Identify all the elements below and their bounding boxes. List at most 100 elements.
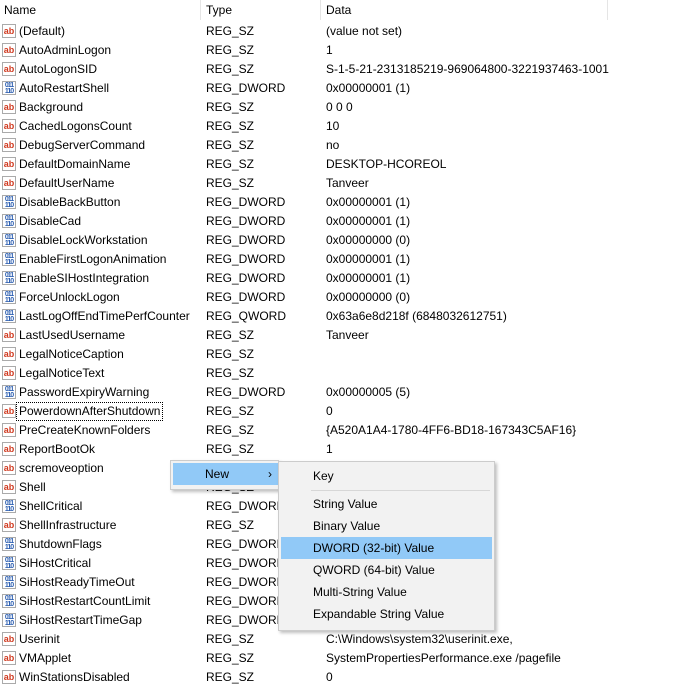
column-header-type[interactable]: Type <box>206 3 232 17</box>
column-header: Name Type Data <box>0 0 700 20</box>
table-row[interactable]: ab LastUsedUsername REG_SZ Tanveer <box>0 326 700 345</box>
table-row[interactable]: ab DefaultUserName REG_SZ Tanveer <box>0 174 700 193</box>
value-name: PowerdownAfterShutdown <box>15 402 164 421</box>
value-name: WinStationsDisabled <box>19 670 130 684</box>
table-row[interactable]: ab PowerdownAfterShutdown REG_SZ 0 <box>0 402 700 421</box>
value-name: scremoveoption <box>19 461 104 475</box>
value-type: REG_SZ <box>206 176 255 190</box>
value-data: (value not set) <box>326 24 403 38</box>
table-row[interactable]: ab WinStationsDisabled REG_SZ 0 <box>0 668 700 687</box>
value-name: Background <box>19 100 84 114</box>
value-type: REG_SZ <box>206 347 255 361</box>
binary-value-icon: 011 110 <box>2 556 16 570</box>
column-header-name[interactable]: Name <box>4 3 36 17</box>
value-type: REG_SZ <box>206 100 255 114</box>
submenu-item[interactable]: DWORD (32-bit) Value <box>281 537 492 559</box>
value-data: 0 <box>326 670 333 684</box>
table-row[interactable]: ab CachedLogonsCount REG_SZ 10 <box>0 117 700 136</box>
string-value-icon: ab <box>2 119 16 133</box>
value-name: DisableCad <box>19 214 82 228</box>
column-divider[interactable] <box>320 0 321 20</box>
value-type: REG_DWORD <box>206 81 286 95</box>
string-value-icon: ab <box>2 43 16 57</box>
table-row[interactable]: 011 110 AutoRestartShell REG_DWORD 0x0000… <box>0 79 700 98</box>
table-row[interactable]: 011 110 PasswordExpiryWarning REG_DWORD 0… <box>0 383 700 402</box>
value-type: REG_SZ <box>206 366 255 380</box>
table-row[interactable]: ab DefaultDomainName REG_SZ DESKTOP-HCOR… <box>0 155 700 174</box>
value-type: REG_DWORD <box>206 537 286 551</box>
value-type: REG_DWORD <box>206 252 286 266</box>
value-data: Tanveer <box>326 176 369 190</box>
value-type: REG_SZ <box>206 651 255 665</box>
binary-value-icon: 011 110 <box>2 233 16 247</box>
string-value-icon: ab <box>2 670 16 684</box>
submenu-item[interactable]: QWORD (64-bit) Value <box>281 559 492 581</box>
submenu-item[interactable]: String Value <box>281 493 492 515</box>
submenu-item[interactable]: Multi-String Value <box>281 581 492 603</box>
table-row[interactable]: ab Userinit REG_SZ C:\Windows\system32\u… <box>0 630 700 649</box>
value-data: 0x00000005 (5) <box>326 385 411 399</box>
table-row[interactable]: ab LegalNoticeCaption REG_SZ <box>0 345 700 364</box>
submenu-item[interactable]: Expandable String Value <box>281 603 492 625</box>
table-row[interactable]: 011 110 ForceUnlockLogon REG_DWORD 0x0000… <box>0 288 700 307</box>
value-name: SiHostRestartCountLimit <box>19 594 151 608</box>
value-data: 0x00000000 (0) <box>326 233 411 247</box>
table-row[interactable]: ab ReportBootOk REG_SZ 1 <box>0 440 700 459</box>
table-row[interactable]: 011 110 DisableBackButton REG_DWORD 0x000… <box>0 193 700 212</box>
context-menu: New › <box>170 460 279 490</box>
table-row[interactable]: ab VMApplet REG_SZ SystemPropertiesPerfo… <box>0 649 700 668</box>
submenu-item[interactable]: Binary Value <box>281 515 492 537</box>
value-type: REG_SZ <box>206 119 255 133</box>
value-name: DefaultDomainName <box>19 157 131 171</box>
value-name: AutoAdminLogon <box>19 43 112 57</box>
table-row[interactable]: 011 110 EnableFirstLogonAnimation REG_DWO… <box>0 250 700 269</box>
value-type: REG_DWORD <box>206 271 286 285</box>
table-row[interactable]: 011 110 DisableCad REG_DWORD 0x00000001 (… <box>0 212 700 231</box>
value-data: S-1-5-21-2313185219-969064800-3221937463… <box>326 62 609 76</box>
value-type: REG_DWORD <box>206 594 286 608</box>
table-row[interactable]: ab DebugServerCommand REG_SZ no <box>0 136 700 155</box>
value-type: REG_SZ <box>206 328 255 342</box>
menu-item-new[interactable]: New › <box>173 463 278 485</box>
value-data: Tanveer <box>326 328 369 342</box>
table-row[interactable]: ab (Default) REG_SZ (value not set) <box>0 22 700 41</box>
table-row[interactable]: ab LegalNoticeText REG_SZ <box>0 364 700 383</box>
binary-value-icon: 011 110 <box>2 252 16 266</box>
value-name: PasswordExpiryWarning <box>19 385 150 399</box>
string-value-icon: ab <box>2 423 16 437</box>
table-row[interactable]: ab AutoAdminLogon REG_SZ 1 <box>0 41 700 60</box>
string-value-icon: ab <box>2 404 16 418</box>
string-value-icon: ab <box>2 100 16 114</box>
value-type: REG_DWORD <box>206 575 286 589</box>
string-value-icon: ab <box>2 632 16 646</box>
submenu-item[interactable]: Key <box>281 465 492 487</box>
value-data: 0x00000001 (1) <box>326 81 411 95</box>
value-name: ShutdownFlags <box>19 537 102 551</box>
column-divider[interactable] <box>200 0 201 20</box>
table-row[interactable]: 011 110 LastLogOffEndTimePerfCounter REG_… <box>0 307 700 326</box>
value-name: VMApplet <box>19 651 72 665</box>
table-row[interactable]: 011 110 DisableLockWorkstation REG_DWORD … <box>0 231 700 250</box>
column-header-data[interactable]: Data <box>326 3 351 17</box>
value-data: DESKTOP-HCOREOL <box>326 157 447 171</box>
value-type: REG_SZ <box>206 24 255 38</box>
value-name: PreCreateKnownFolders <box>19 423 151 437</box>
table-row[interactable]: ab AutoLogonSID REG_SZ S-1-5-21-23131852… <box>0 60 700 79</box>
value-name: CachedLogonsCount <box>19 119 132 133</box>
value-data: 0x00000001 (1) <box>326 214 411 228</box>
value-data: 10 <box>326 119 340 133</box>
string-value-icon: ab <box>2 62 16 76</box>
value-type: REG_DWORD <box>206 613 286 627</box>
table-row[interactable]: 011 110 EnableSIHostIntegration REG_DWORD… <box>0 269 700 288</box>
table-row[interactable]: ab PreCreateKnownFolders REG_SZ {A520A1A… <box>0 421 700 440</box>
value-name: Shell <box>19 480 46 494</box>
value-name: SiHostReadyTimeOut <box>19 575 135 589</box>
column-divider[interactable] <box>607 0 608 20</box>
binary-value-icon: 011 110 <box>2 271 16 285</box>
string-value-icon: ab <box>2 138 16 152</box>
value-data: 0x00000000 (0) <box>326 290 411 304</box>
value-type: REG_DWORD <box>206 499 286 513</box>
table-row[interactable]: ab Background REG_SZ 0 0 0 <box>0 98 700 117</box>
menu-item-label: New <box>205 467 230 481</box>
value-type: REG_SZ <box>206 62 255 76</box>
